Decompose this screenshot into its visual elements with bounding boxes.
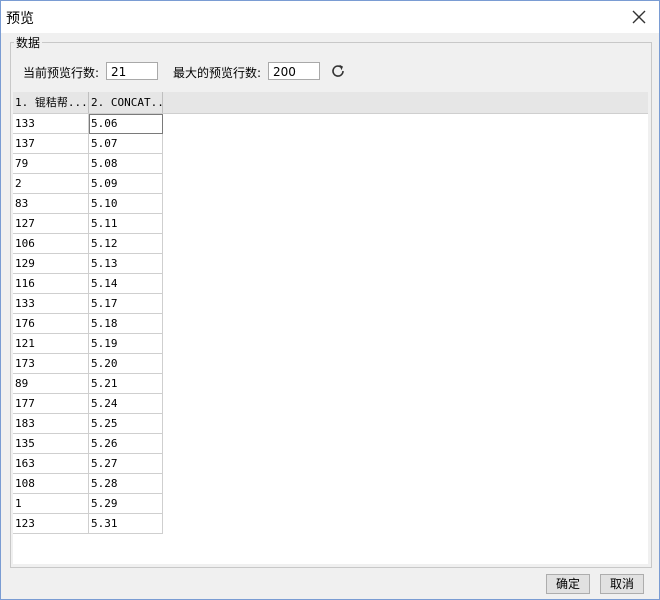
table-row[interactable]: 177 5.24 bbox=[13, 394, 163, 414]
table-cell[interactable]: 176 bbox=[13, 314, 89, 334]
table-cell[interactable]: 2 bbox=[13, 174, 89, 194]
table-row[interactable]: 116 5.14 bbox=[13, 274, 163, 294]
table-cell[interactable]: 5.27 bbox=[89, 454, 163, 474]
table-cell[interactable]: 5.21 bbox=[89, 374, 163, 394]
table-cell[interactable]: 5.31 bbox=[89, 514, 163, 534]
current-rows-input[interactable]: 21 bbox=[106, 62, 158, 80]
table-cell[interactable]: 5.09 bbox=[89, 174, 163, 194]
table-cell[interactable]: 5.24 bbox=[89, 394, 163, 414]
table-cell[interactable]: 5.17 bbox=[89, 294, 163, 314]
table-cell[interactable]: 177 bbox=[13, 394, 89, 414]
table-row[interactable]: 127 5.11 bbox=[13, 214, 163, 234]
table-cell[interactable]: 79 bbox=[13, 154, 89, 174]
table-cell[interactable]: 5.25 bbox=[89, 414, 163, 434]
max-rows-label: 最大的预览行数: bbox=[173, 66, 262, 80]
table-cell[interactable]: 123 bbox=[13, 514, 89, 534]
table-cell[interactable]: 129 bbox=[13, 254, 89, 274]
table-cell[interactable]: 5.11 bbox=[89, 214, 163, 234]
table-cell[interactable]: 5.26 bbox=[89, 434, 163, 454]
grid-header: 1. 锟秸帮... 2. CONCAT... bbox=[13, 92, 648, 114]
table-cell[interactable]: 5.10 bbox=[89, 194, 163, 214]
table-row[interactable]: 108 5.28 bbox=[13, 474, 163, 494]
table-row[interactable]: 2 5.09 bbox=[13, 174, 163, 194]
table-row[interactable]: 133 5.17 bbox=[13, 294, 163, 314]
table-cell[interactable]: 5.14 bbox=[89, 274, 163, 294]
table-cell[interactable]: 127 bbox=[13, 214, 89, 234]
table-row[interactable]: 121 5.19 bbox=[13, 334, 163, 354]
table-cell[interactable]: 135 bbox=[13, 434, 89, 454]
table-cell[interactable]: 106 bbox=[13, 234, 89, 254]
refresh-icon[interactable] bbox=[330, 63, 346, 79]
table-row[interactable]: 176 5.18 bbox=[13, 314, 163, 334]
max-rows-input[interactable]: 200 bbox=[268, 62, 320, 80]
table-cell[interactable]: 173 bbox=[13, 354, 89, 374]
table-cell[interactable]: 1 bbox=[13, 494, 89, 514]
current-rows-label: 当前预览行数: bbox=[23, 66, 100, 80]
table-cell[interactable]: 89 bbox=[13, 374, 89, 394]
table-cell[interactable]: 5.12 bbox=[89, 234, 163, 254]
title-bar: 预览 bbox=[1, 1, 659, 33]
ok-button[interactable]: 确定 bbox=[546, 574, 590, 594]
table-row[interactable]: 1 5.29 bbox=[13, 494, 163, 514]
table-cell[interactable]: 5.20 bbox=[89, 354, 163, 374]
cancel-button[interactable]: 取消 bbox=[600, 574, 644, 594]
table-row[interactable]: 129 5.13 bbox=[13, 254, 163, 274]
grid-rows: 133 5.06 137 5.07 79 5.08 2 5.09 83 5.10 127 5.11 10… bbox=[13, 114, 163, 534]
table-cell[interactable]: 5.08 bbox=[89, 154, 163, 174]
table-row[interactable]: 137 5.07 bbox=[13, 134, 163, 154]
table-cell[interactable]: 5.29 bbox=[89, 494, 163, 514]
table-cell[interactable]: 108 bbox=[13, 474, 89, 494]
table-cell[interactable]: 5.19 bbox=[89, 334, 163, 354]
table-row[interactable]: 106 5.12 bbox=[13, 234, 163, 254]
column-header-1[interactable]: 1. 锟秸帮... bbox=[13, 92, 89, 113]
table-row[interactable]: 123 5.31 bbox=[13, 514, 163, 534]
table-cell[interactable]: 5.13 bbox=[89, 254, 163, 274]
table-row[interactable]: 79 5.08 bbox=[13, 154, 163, 174]
table-cell[interactable]: 133 bbox=[13, 294, 89, 314]
preview-dialog: 预览 数据 当前预览行数: 21 最大的预览行数: 200 1. 锟秸帮... … bbox=[0, 0, 660, 600]
table-row[interactable]: 83 5.10 bbox=[13, 194, 163, 214]
table-cell[interactable]: 121 bbox=[13, 334, 89, 354]
table-cell[interactable]: 5.28 bbox=[89, 474, 163, 494]
table-row[interactable]: 133 5.06 bbox=[13, 114, 163, 134]
table-cell[interactable]: 5.07 bbox=[89, 134, 163, 154]
table-row[interactable]: 135 5.26 bbox=[13, 434, 163, 454]
table-cell[interactable]: 183 bbox=[13, 414, 89, 434]
table-cell[interactable]: 116 bbox=[13, 274, 89, 294]
preview-grid: 1. 锟秸帮... 2. CONCAT... 133 5.06 137 5.07 79 5… bbox=[13, 92, 648, 564]
close-icon[interactable] bbox=[629, 7, 649, 27]
table-row[interactable]: 183 5.25 bbox=[13, 414, 163, 434]
table-cell[interactable]: 5.18 bbox=[89, 314, 163, 334]
table-cell[interactable]: 137 bbox=[13, 134, 89, 154]
column-header-2[interactable]: 2. CONCAT... bbox=[89, 92, 163, 113]
table-cell[interactable]: 133 bbox=[13, 114, 89, 134]
table-cell[interactable]: 83 bbox=[13, 194, 89, 214]
table-row[interactable]: 89 5.21 bbox=[13, 374, 163, 394]
table-cell[interactable]: 163 bbox=[13, 454, 89, 474]
table-row[interactable]: 163 5.27 bbox=[13, 454, 163, 474]
group-label: 数据 bbox=[14, 34, 43, 51]
window-title: 预览 bbox=[6, 11, 34, 27]
table-row[interactable]: 173 5.20 bbox=[13, 354, 163, 374]
table-cell[interactable]: 5.06 bbox=[89, 114, 163, 134]
